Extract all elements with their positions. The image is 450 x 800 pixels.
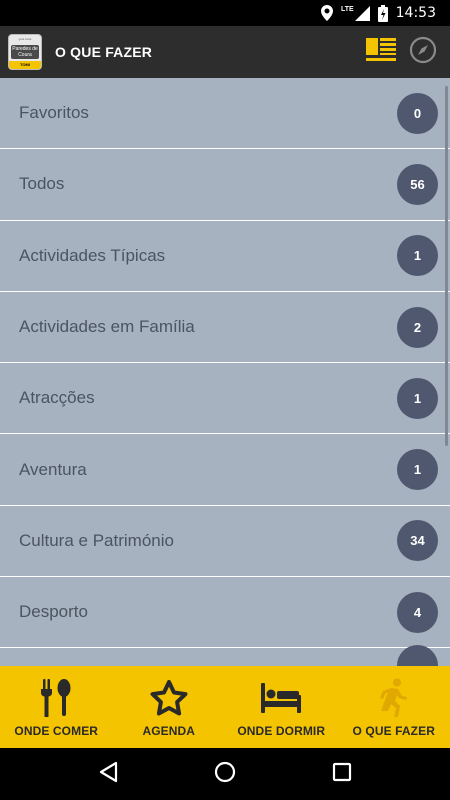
clock: 14:53 (395, 5, 436, 21)
list-item-todos[interactable]: Todos 56 (0, 149, 450, 221)
status-bar: LTE 14:53 (0, 0, 450, 26)
list-item-actividades-tipicas[interactable]: Actividades Típicas 1 (0, 220, 450, 292)
count-badge: 2 (397, 306, 438, 348)
count-badge: 1 (397, 449, 438, 491)
list-item-label: Cultura e Património (19, 530, 174, 550)
star-icon (149, 678, 189, 718)
count-badge: 0 (397, 92, 438, 134)
compass-button[interactable] (408, 36, 438, 69)
recents-icon (332, 762, 352, 787)
list-item-label: Actividades em Família (19, 317, 195, 337)
battery-icon (377, 4, 388, 22)
nav-onde-dormir[interactable]: ONDE DORMIR (225, 666, 338, 748)
signal-icon: LTE (340, 5, 370, 21)
logo-brand: TOMI (9, 61, 41, 69)
logo-place-name: Paredes de Coura (11, 45, 39, 59)
app-logo[interactable]: guia local Paredes de Coura TOMI (8, 34, 42, 70)
count-badge: 4 (397, 591, 438, 633)
list-item-label: Favoritos (19, 103, 89, 123)
running-icon (379, 678, 409, 718)
nav-label: ONDE DORMIR (237, 724, 326, 738)
app-bar: guia local Paredes de Coura TOMI O QUE F… (0, 26, 450, 78)
back-button[interactable] (88, 754, 128, 794)
home-icon (214, 761, 236, 788)
list-item-label: Aventura (19, 459, 87, 479)
page-title: O QUE FAZER (55, 44, 153, 60)
home-button[interactable] (205, 754, 245, 794)
count-badge: 56 (397, 163, 438, 205)
nav-o-que-fazer[interactable]: O QUE FAZER (338, 666, 450, 748)
count-badge: 1 (397, 377, 438, 419)
list-item-actividades-familia[interactable]: Actividades em Família 2 (0, 291, 450, 364)
list-item-label: Todos (19, 174, 65, 194)
list-view-button[interactable] (366, 37, 396, 67)
nav-label: AGENDA (142, 724, 196, 738)
list-item-cultura-patrimonio[interactable]: Cultura e Património 34 (0, 505, 450, 578)
list-item-favoritos[interactable]: Favoritos 0 (0, 78, 450, 150)
count-badge: 34 (397, 520, 438, 562)
category-list[interactable]: Favoritos 0 Todos 56 Actividades Típicas… (0, 78, 450, 666)
recents-button[interactable] (322, 754, 362, 794)
scrollbar[interactable] (445, 86, 448, 446)
back-icon (98, 761, 118, 788)
nav-onde-comer[interactable]: ONDE COMER (0, 666, 113, 748)
network-type: LTE (340, 5, 354, 13)
list-item-atraccoes[interactable]: Atracções 1 (0, 363, 450, 435)
bed-icon (261, 678, 302, 718)
list-item-aventura[interactable]: Aventura 1 (0, 434, 450, 506)
count-badge: 1 (397, 235, 438, 277)
list-item-label: Actividades Típicas (19, 245, 166, 265)
list-item-label: Desporto (19, 602, 88, 622)
list-item-partial[interactable] (0, 645, 450, 666)
compass-icon (409, 36, 437, 69)
list-item-label: Atracções (19, 388, 95, 408)
utensils-icon (41, 678, 71, 718)
count-badge (397, 645, 438, 666)
nav-label: O QUE FAZER (352, 724, 435, 738)
bottom-nav: ONDE COMER AGENDA ONDE DORMIR O QUE FAZE… (0, 666, 450, 748)
list-view-icon (366, 37, 396, 67)
logo-tagline: guia local (18, 37, 32, 41)
list-item-desporto[interactable]: Desporto 4 (0, 577, 450, 649)
nav-agenda[interactable]: AGENDA (113, 666, 226, 748)
system-nav-bar (0, 748, 450, 800)
location-icon (320, 5, 333, 21)
nav-label: ONDE COMER (14, 724, 99, 738)
